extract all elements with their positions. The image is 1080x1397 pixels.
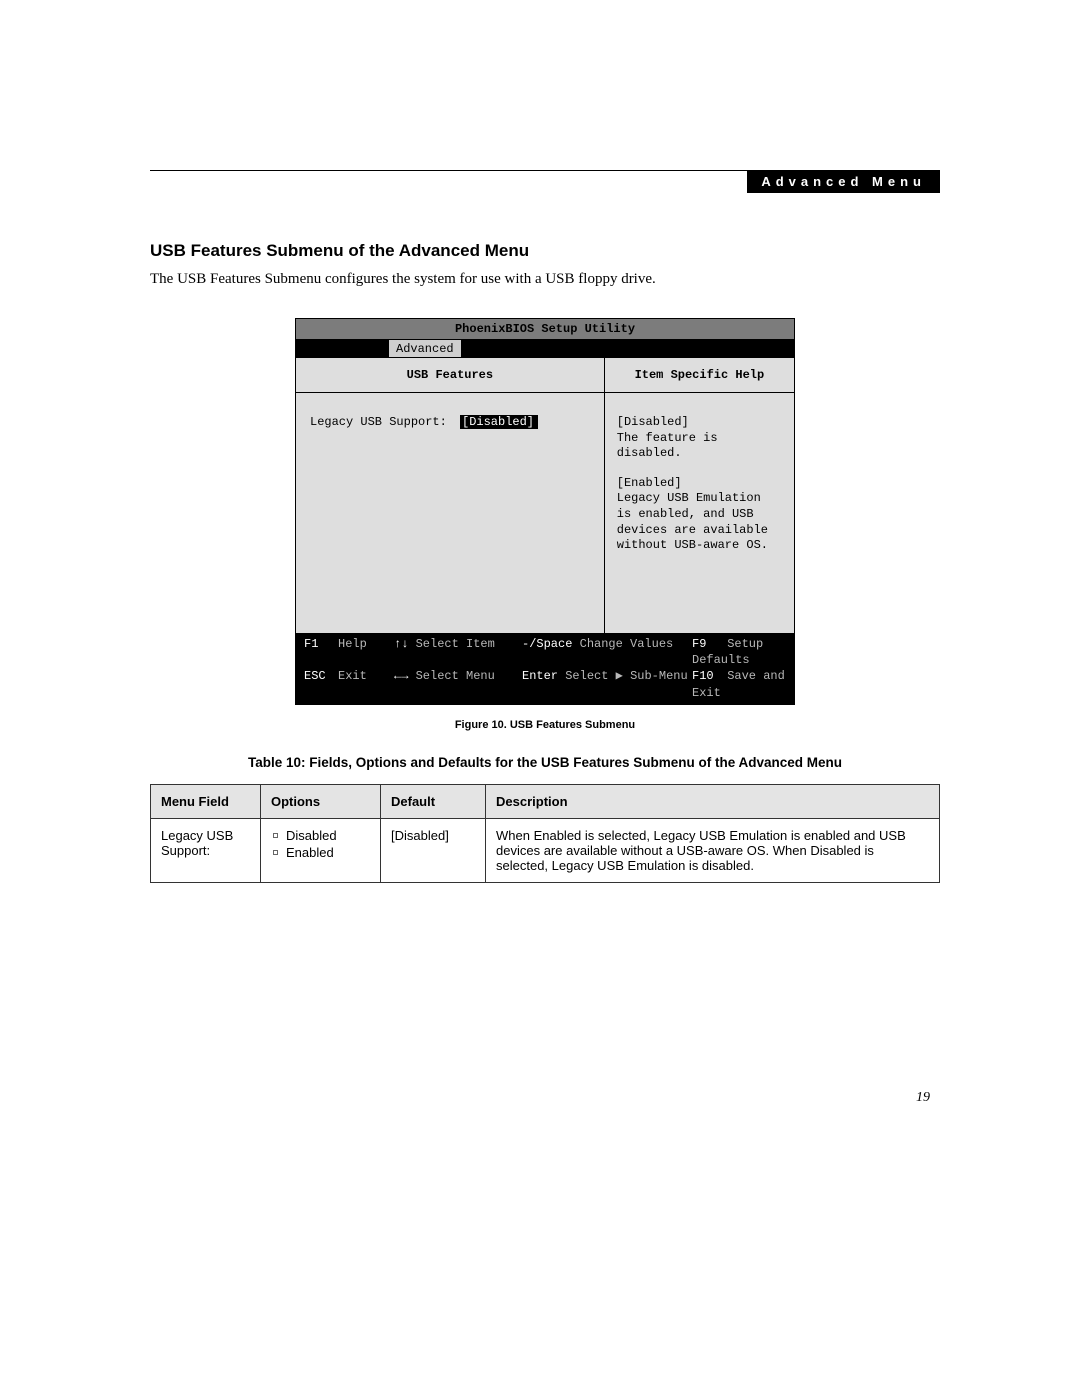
help-disabled-label: [Disabled] <box>617 415 782 431</box>
th-default: Default <box>381 784 486 818</box>
triangle-right-icon: ▶ <box>616 668 623 684</box>
help-enabled-text: Legacy USB Emulation is enabled, and USB… <box>617 491 782 553</box>
key-f10: F10 <box>692 668 720 684</box>
help-disabled-text: The feature is disabled. <box>617 431 782 462</box>
bios-right-header: Item Specific Help <box>605 358 794 392</box>
bullet-icon <box>273 850 278 855</box>
bios-content-area: Legacy USB Support: [Disabled] [Disabled… <box>296 393 794 633</box>
key-minus-label: Change Values <box>580 637 674 651</box>
key-minus: -/Space <box>522 637 572 651</box>
bios-tab-advanced[interactable]: Advanced <box>388 340 462 357</box>
th-description: Description <box>486 784 940 818</box>
cell-description: When Enabled is selected, Legacy USB Emu… <box>486 818 940 882</box>
key-enter: Enter <box>522 669 558 683</box>
option-disabled: Disabled <box>286 828 337 843</box>
bios-screenshot: PhoenixBIOS Setup Utility Advanced USB F… <box>295 318 795 705</box>
key-f1-label: Help <box>338 637 367 651</box>
key-leftright: ←→ <box>394 669 408 683</box>
bios-settings-panel: Legacy USB Support: [Disabled] <box>296 393 605 633</box>
bios-field-legacy-usb[interactable]: Legacy USB Support: [Disabled] <box>310 415 590 429</box>
key-f9: F9 <box>692 636 720 652</box>
document-page: Advanced Menu USB Features Submenu of th… <box>150 170 940 883</box>
cell-options: Disabled Enabled <box>261 818 381 882</box>
section-title: USB Features Submenu of the Advanced Men… <box>150 241 940 261</box>
figure-caption: Figure 10. USB Features Submenu <box>150 719 940 731</box>
key-leftright-label: Select Menu <box>416 669 495 683</box>
cell-menu-field: Legacy USB Support: <box>151 818 261 882</box>
bios-left-header: USB Features <box>296 358 605 392</box>
key-esc-label: Exit <box>338 669 367 683</box>
table-row: Legacy USB Support: Disabled Enabled [Di… <box>151 818 940 882</box>
bullet-icon <box>273 833 278 838</box>
bios-footer-keys: F1Help ↑↓ Select Item -/Space Change Val… <box>296 633 794 704</box>
th-menu-field: Menu Field <box>151 784 261 818</box>
intro-paragraph: The USB Features Submenu configures the … <box>150 271 940 288</box>
bios-field-label: Legacy USB Support: <box>310 415 460 429</box>
bios-menu-bar: Advanced <box>296 340 794 358</box>
help-enabled-label: [Enabled] <box>617 476 782 492</box>
cell-default: [Disabled] <box>381 818 486 882</box>
key-updown-label: Select Item <box>416 637 495 651</box>
options-table: Menu Field Options Default Description L… <box>150 784 940 883</box>
table-caption: Table 10: Fields, Options and Defaults f… <box>150 755 940 770</box>
key-enter-label-suffix: Sub-Menu <box>623 669 688 683</box>
page-number: 19 <box>916 1090 930 1106</box>
table-header-row: Menu Field Options Default Description <box>151 784 940 818</box>
bios-title-bar: PhoenixBIOS Setup Utility <box>296 319 794 340</box>
th-options: Options <box>261 784 381 818</box>
header-section-label: Advanced Menu <box>747 170 940 193</box>
key-enter-label-prefix: Select <box>565 669 615 683</box>
bios-help-panel: [Disabled] The feature is disabled. [Ena… <box>605 393 794 633</box>
option-enabled: Enabled <box>286 845 334 860</box>
key-esc: ESC <box>304 668 338 684</box>
key-f1: F1 <box>304 636 338 652</box>
key-updown: ↑↓ <box>394 637 408 651</box>
bios-field-value[interactable]: [Disabled] <box>460 415 538 429</box>
bios-column-headers: USB Features Item Specific Help <box>296 358 794 393</box>
